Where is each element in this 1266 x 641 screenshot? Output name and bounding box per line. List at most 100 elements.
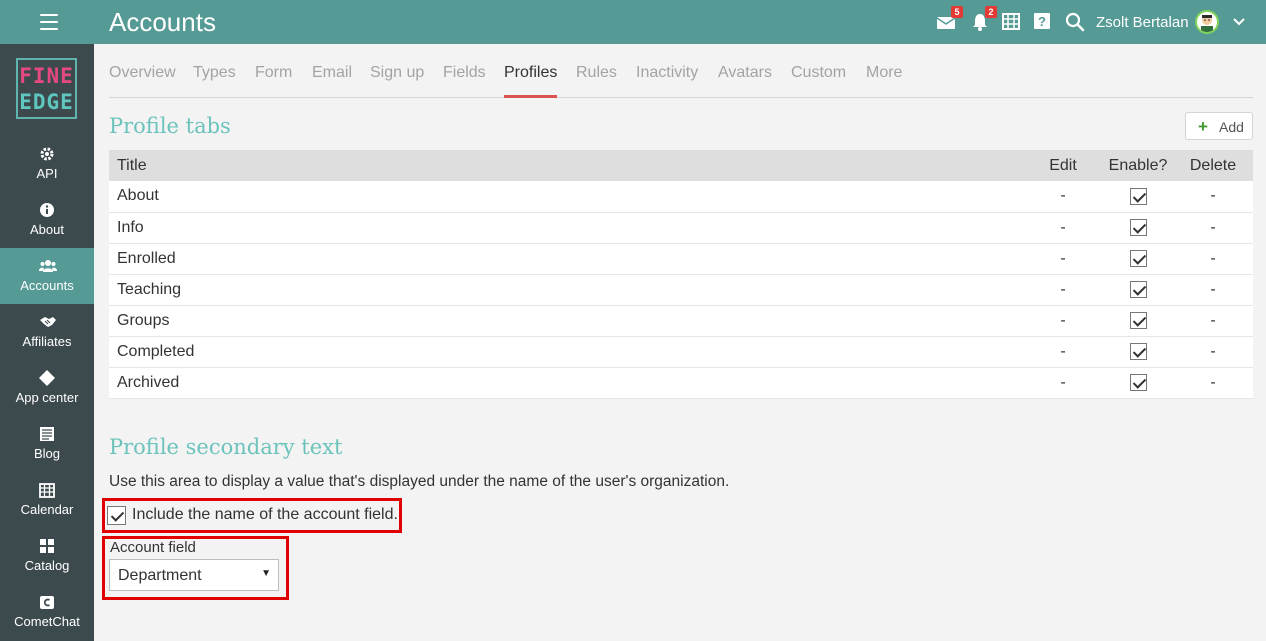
table-row: Teaching - - <box>109 274 1253 306</box>
row-delete[interactable]: - <box>1173 305 1253 337</box>
table-row: Info - - <box>109 212 1253 244</box>
messages-icon[interactable]: 5 <box>936 6 963 32</box>
enable-checkbox[interactable] <box>1129 342 1147 360</box>
enable-checkbox[interactable] <box>1129 218 1147 236</box>
search-icon[interactable] <box>1065 12 1085 32</box>
enable-checkbox[interactable] <box>1129 187 1147 205</box>
row-enable-cell <box>1103 305 1173 337</box>
grid-icon <box>39 538 55 554</box>
profile-secondary-heading: Profile secondary text <box>109 435 343 459</box>
active-tab-indicator <box>504 95 557 98</box>
avatar[interactable] <box>1195 10 1219 34</box>
row-enable-cell <box>1103 181 1173 213</box>
enable-checkbox[interactable] <box>1129 311 1147 329</box>
tab-email[interactable]: Email <box>312 64 352 82</box>
chevron-down-icon[interactable] <box>1232 15 1246 29</box>
table-row: About - - <box>109 181 1253 213</box>
row-delete[interactable]: - <box>1173 212 1253 244</box>
row-delete[interactable]: - <box>1173 367 1253 399</box>
sidebar: FINE EDGE API About Accounts Affiliates … <box>0 44 94 641</box>
blog-icon <box>39 426 55 442</box>
row-title: Enrolled <box>109 243 1023 275</box>
row-enable-cell <box>1103 243 1173 275</box>
add-button[interactable]: + Add <box>1185 112 1253 140</box>
tab-sign-up[interactable]: Sign up <box>370 64 424 82</box>
top-bar: Accounts 5 2 ? Zsolt Bertalan <box>0 0 1266 44</box>
sidebar-item-blog[interactable]: Blog <box>0 416 94 472</box>
row-title: Completed <box>109 336 1023 368</box>
tab-profiles[interactable]: Profiles <box>504 64 557 82</box>
notifications-badge: 2 <box>985 6 997 18</box>
enable-checkbox[interactable] <box>1129 280 1147 298</box>
svg-text:?: ? <box>1038 14 1046 29</box>
row-delete[interactable]: - <box>1173 274 1253 306</box>
handshake-icon <box>39 314 56 330</box>
row-delete[interactable]: - <box>1173 243 1253 275</box>
messages-badge: 5 <box>951 6 963 18</box>
enable-checkbox[interactable] <box>1129 249 1147 267</box>
tab-form[interactable]: Form <box>255 64 292 82</box>
tab-custom[interactable]: Custom <box>791 64 846 82</box>
row-edit[interactable]: - <box>1023 243 1103 275</box>
row-edit[interactable]: - <box>1023 367 1103 399</box>
row-delete[interactable]: - <box>1173 181 1253 213</box>
tab-avatars[interactable]: Avatars <box>718 64 772 82</box>
row-delete[interactable]: - <box>1173 336 1253 368</box>
diamonds-icon <box>39 370 55 386</box>
row-edit[interactable]: - <box>1023 336 1103 368</box>
bell-icon[interactable]: 2 <box>970 6 997 32</box>
profile-tabs-heading: Profile tabs <box>109 114 231 138</box>
sidebar-item-accounts[interactable]: Accounts <box>0 248 94 304</box>
sidebar-item-catalog[interactable]: Catalog <box>0 528 94 584</box>
plus-icon: + <box>1198 117 1208 136</box>
users-icon <box>39 258 57 274</box>
sidebar-item-about[interactable]: About <box>0 192 94 248</box>
column-header-enable: Enable? <box>1103 150 1173 181</box>
calendar-grid-icon[interactable] <box>1002 12 1022 32</box>
row-enable-cell <box>1103 274 1173 306</box>
menu-icon[interactable] <box>40 14 58 30</box>
page-title: Accounts <box>109 7 216 37</box>
row-enable-cell <box>1103 336 1173 368</box>
user-name[interactable]: Zsolt Bertalan <box>1096 14 1189 31</box>
row-enable-cell <box>1103 367 1173 399</box>
enable-checkbox[interactable] <box>1129 373 1147 391</box>
sidebar-item-api[interactable]: API <box>0 136 94 192</box>
sidebar-item-calendar[interactable]: Calendar <box>0 472 94 528</box>
tab-more[interactable]: More <box>866 64 902 82</box>
tab-fields[interactable]: Fields <box>443 64 486 82</box>
row-title: About <box>109 181 1023 213</box>
row-edit[interactable]: - <box>1023 274 1103 306</box>
tab-types[interactable]: Types <box>193 64 236 82</box>
dropdown-arrow-icon: ▼ <box>261 568 271 579</box>
sidebar-item-cometchat[interactable]: CometChat <box>0 584 94 640</box>
table-row: Enrolled - - <box>109 243 1253 275</box>
account-field-value: Department <box>118 567 202 584</box>
include-account-field-label[interactable]: Include the name of the account field. <box>132 506 398 524</box>
info-icon <box>39 202 55 218</box>
table-row: Groups - - <box>109 305 1253 337</box>
row-title: Archived <box>109 367 1023 399</box>
row-edit[interactable]: - <box>1023 212 1103 244</box>
tab-inactivity[interactable]: Inactivity <box>636 64 698 82</box>
tab-bar: Overview Types Form Email Sign up Fields… <box>109 60 1253 98</box>
row-title: Groups <box>109 305 1023 337</box>
tab-rules[interactable]: Rules <box>576 64 617 82</box>
account-field-label: Account field <box>110 539 196 556</box>
row-edit[interactable]: - <box>1023 181 1103 213</box>
sidebar-item-app-center[interactable]: App center <box>0 360 94 416</box>
sidebar-item-affiliates[interactable]: Affiliates <box>0 304 94 360</box>
column-header-delete: Delete <box>1173 150 1253 181</box>
include-account-field-checkbox[interactable] <box>107 506 126 525</box>
row-edit[interactable]: - <box>1023 305 1103 337</box>
logo[interactable]: FINE EDGE <box>16 58 77 119</box>
gear-icon <box>39 146 55 162</box>
secondary-description: Use this area to display a value that's … <box>109 473 730 490</box>
row-title: Teaching <box>109 274 1023 306</box>
table-row: Archived - - <box>109 367 1253 399</box>
tab-overview[interactable]: Overview <box>109 64 176 82</box>
column-header-title: Title <box>109 150 1023 181</box>
column-header-edit: Edit <box>1023 150 1103 181</box>
help-icon[interactable]: ? <box>1033 12 1053 32</box>
account-field-select[interactable]: Department ▼ <box>109 559 279 591</box>
